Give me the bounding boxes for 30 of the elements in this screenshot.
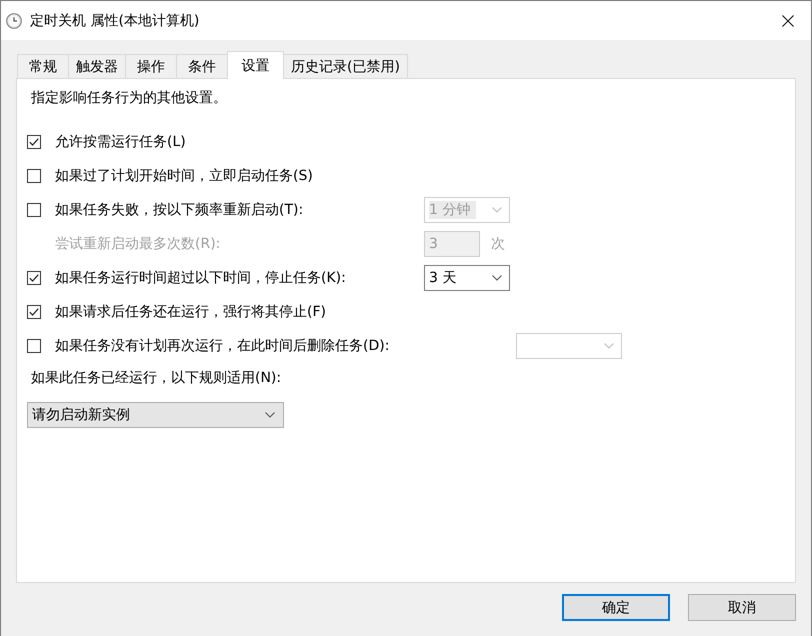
rule-label: 如果此任务已经运行，以下规则适用(N): bbox=[31, 369, 282, 388]
option-label: 允许按需运行任务(L) bbox=[55, 133, 186, 152]
option-label: 尝试重新启动最多次数(R): bbox=[55, 235, 220, 254]
chevron-down-icon bbox=[604, 343, 614, 349]
close-icon[interactable] bbox=[782, 14, 794, 26]
checkbox[interactable] bbox=[27, 339, 41, 353]
cancel-button[interactable]: 取消 bbox=[688, 594, 796, 621]
option-label: 如果任务运行时间超过以下时间，停止任务(K): bbox=[55, 269, 346, 288]
dropdown[interactable]: 3 天 bbox=[424, 265, 510, 291]
chevron-down-icon bbox=[265, 412, 275, 418]
chevron-down-icon bbox=[492, 207, 502, 213]
checkbox[interactable] bbox=[27, 305, 41, 319]
option-label: 如果过了计划开始时间，立即启动任务(S) bbox=[55, 167, 313, 186]
description-text: 指定影响任务行为的其他设置。 bbox=[31, 89, 227, 108]
chevron-down-icon bbox=[492, 275, 502, 281]
tab[interactable]: 常规 bbox=[17, 54, 69, 78]
window-title: 定时关机 属性(本地计算机) bbox=[30, 12, 200, 30]
checkbox[interactable] bbox=[27, 271, 41, 285]
tab[interactable]: 设置 bbox=[227, 51, 284, 79]
checkbox[interactable] bbox=[27, 169, 41, 183]
checkbox[interactable] bbox=[27, 203, 41, 217]
clock-icon bbox=[6, 12, 22, 28]
ok-button[interactable]: 确定 bbox=[562, 594, 670, 621]
option-label: 如果任务失败，按以下频率重新启动(T): bbox=[55, 201, 304, 220]
option-label: 如果请求后任务还在运行，强行将其停止(F) bbox=[55, 303, 326, 322]
unit-label: 次 bbox=[491, 235, 505, 253]
checkbox[interactable] bbox=[27, 135, 41, 149]
tab[interactable]: 历史记录(已禁用) bbox=[283, 54, 408, 78]
option-label: 如果任务没有计划再次运行，在此时间后删除任务(D): bbox=[55, 337, 390, 356]
rule-dropdown[interactable]: 请勿启动新实例 bbox=[27, 402, 284, 428]
